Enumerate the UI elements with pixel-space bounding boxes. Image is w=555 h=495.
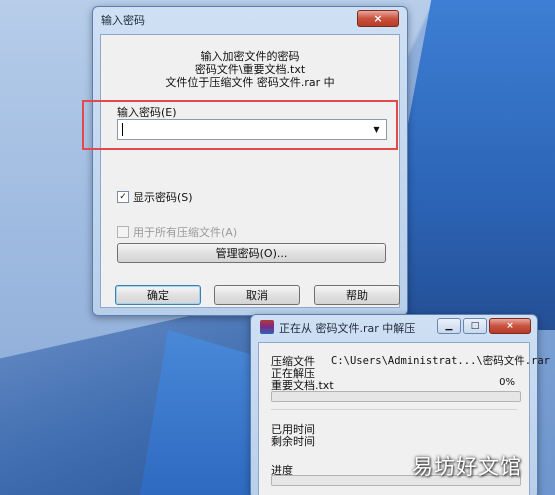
close-button[interactable]: × (357, 10, 399, 27)
watermark-text: 易坊好文馆 (412, 455, 522, 479)
password-input[interactable]: ▼ (117, 119, 387, 140)
checkbox-box[interactable]: ✓ (117, 191, 129, 203)
show-password-checkbox[interactable]: ✓ 显示密码(S) (117, 189, 193, 205)
show-password-label: 显示密码(S) (133, 191, 193, 204)
minimize-icon: ▁ (445, 321, 453, 331)
dialog-title: 输入密码 (101, 14, 145, 27)
text-caret (122, 123, 123, 136)
close-icon: × (373, 12, 383, 25)
cancel-button[interactable]: 取消 (214, 285, 300, 305)
file-percent: 0% (499, 377, 515, 388)
password-label: 输入密码(E) (117, 106, 177, 119)
use-for-all-label: 用于所有压缩文件(A) (133, 226, 238, 239)
dialog-body: 输入加密文件的密码 密码文件\重要文档.txt 文件位于压缩文件 密码文件.ra… (100, 34, 400, 308)
archive-location-message: 文件位于压缩文件 密码文件.rar 中 (165, 76, 335, 89)
ok-button[interactable]: 确定 (115, 285, 201, 305)
close-button[interactable]: × (489, 318, 531, 334)
close-icon: × (506, 321, 514, 331)
use-for-all-archives-checkbox[interactable]: 用于所有压缩文件(A) (117, 224, 237, 240)
remaining-time-label: 剩余时间 (271, 435, 315, 448)
file-progress-bar (271, 391, 521, 402)
dialog-titlebar[interactable]: 输入密码 × (93, 7, 407, 31)
manage-passwords-button[interactable]: 管理密码(O)... (117, 243, 386, 263)
maximize-icon: □ (470, 321, 480, 331)
checkmark-icon: ✓ (119, 191, 127, 202)
help-button[interactable]: 帮助 (314, 285, 400, 305)
divider (271, 409, 517, 410)
progress-window-title: 正在从 密码文件.rar 中解压 (279, 322, 416, 335)
checkbox-box[interactable] (117, 226, 129, 238)
maximize-button[interactable]: □ (463, 318, 487, 334)
winrar-icon (260, 320, 274, 334)
minimize-button[interactable]: ▁ (437, 318, 461, 334)
dropdown-arrow-icon[interactable]: ▼ (369, 121, 384, 138)
password-dialog: 输入密码 × 输入加密文件的密码 密码文件\重要文档.txt 文件位于压缩文件 … (92, 6, 408, 316)
archive-path: C:\Users\Administrat...\密码文件.rar (331, 355, 551, 367)
